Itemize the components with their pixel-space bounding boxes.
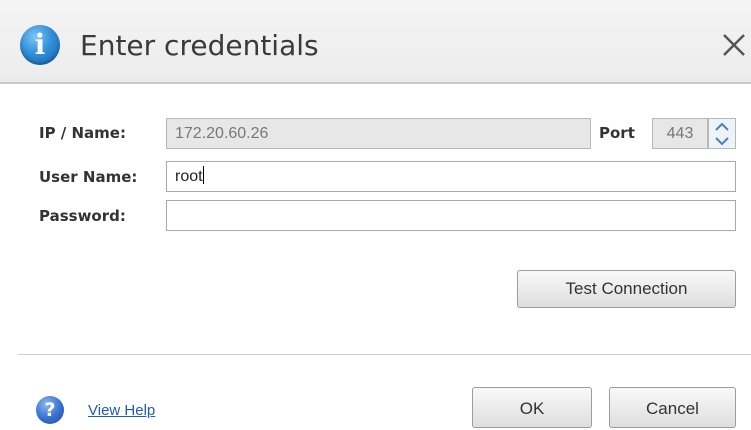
port-label: Port [599, 124, 635, 142]
info-icon: i [20, 25, 60, 65]
username-label: User Name: [39, 168, 138, 186]
close-icon [723, 34, 745, 56]
spinner-down-icon [715, 137, 729, 146]
view-help-link[interactable]: View Help [88, 402, 155, 419]
test-connection-button[interactable]: Test Connection [517, 270, 736, 308]
divider [18, 354, 751, 355]
spinner-up-icon [715, 122, 729, 131]
help-icon[interactable]: ? [36, 396, 64, 424]
ok-button[interactable]: OK [472, 387, 592, 428]
close-button[interactable] [717, 28, 751, 62]
text-cursor [202, 166, 204, 184]
ip-name-label: IP / Name: [39, 124, 126, 142]
dialog-title: Enter credentials [80, 29, 319, 62]
ip-name-field: 172.20.60.26 [166, 118, 591, 149]
port-spinner [708, 118, 736, 149]
dialog-titlebar: i Enter credentials [0, 0, 751, 84]
port-field: 443 [652, 118, 708, 149]
cancel-button[interactable]: Cancel [609, 387, 736, 428]
password-label: Password: [39, 207, 126, 225]
password-field[interactable] [166, 200, 736, 231]
username-value: root [175, 168, 203, 185]
username-field[interactable]: root [166, 161, 736, 192]
